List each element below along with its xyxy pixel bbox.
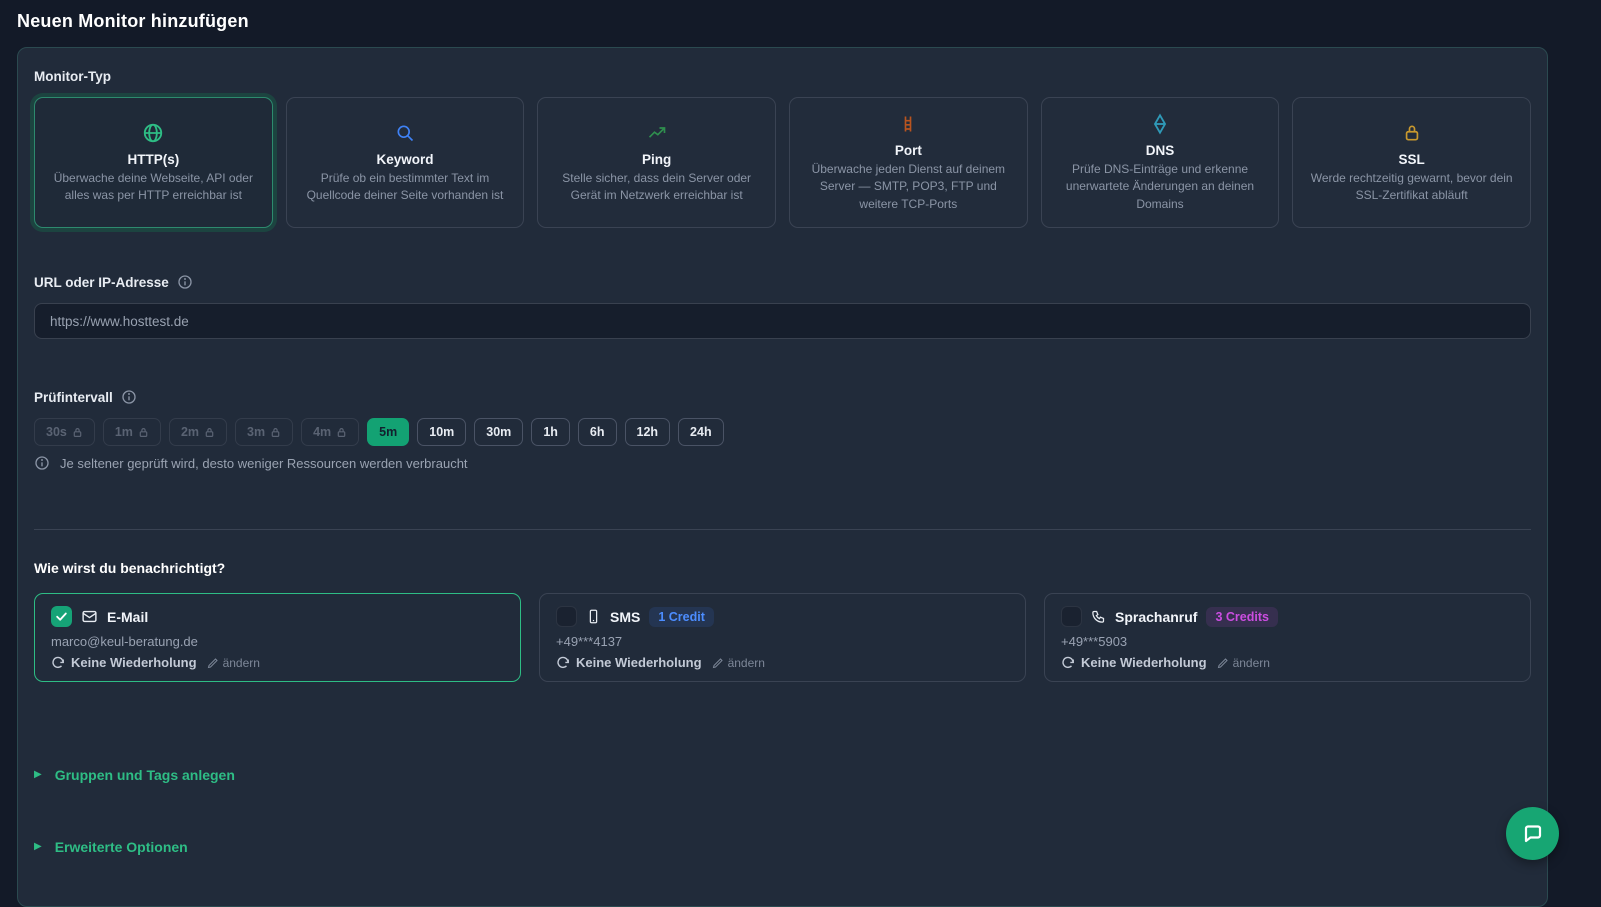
advanced-options-disclosure[interactable]: ▶ Erweiterte Optionen [34, 839, 1531, 855]
credit-badge: 1 Credit [649, 607, 714, 627]
interval-button-12h[interactable]: 12h [625, 418, 671, 446]
groups-tags-disclosure[interactable]: ▶ Gruppen und Tags anlegen [34, 767, 1531, 783]
notification-channels: E-Mail marco@keul-beratung.de Keine Wied… [34, 593, 1531, 682]
monitor-type-title: DNS [1058, 143, 1263, 158]
activity-icon [554, 121, 759, 145]
page-title: Neuen Monitor hinzufügen [0, 0, 1601, 32]
monitor-type-title: Ping [554, 152, 759, 167]
notification-card-sms[interactable]: SMS 1 Credit +49***4137 Keine Wiederholu… [539, 593, 1026, 682]
chevron-right-icon: ▶ [34, 842, 42, 852]
monitor-type-card-dns[interactable]: DNS Prüfe DNS-Einträge und erkenne unerw… [1041, 97, 1280, 228]
monitor-type-card-keyword[interactable]: Keyword Prüfe ob ein bestimmter Text im … [286, 97, 525, 228]
url-input[interactable] [34, 303, 1531, 339]
channel-name: Sprachanruf [1115, 609, 1197, 625]
interval-button-6h[interactable]: 6h [578, 418, 617, 446]
url-section: URL oder IP-Adresse [34, 274, 1531, 339]
interval-section: Prüfintervall 30s 1m 2m 3m 4m 5m 10m 30m… [34, 389, 1531, 471]
advanced-options-label: Erweiterte Optionen [55, 839, 188, 855]
monitor-type-description: Prüfe ob ein bestimmter Text im Quellcod… [303, 170, 508, 205]
repeat-icon [1061, 656, 1075, 670]
interval-button-5m[interactable]: 5m [367, 418, 409, 446]
voice-phone-number: +49***5903 [1061, 634, 1514, 649]
pencil-icon [712, 657, 724, 669]
lock-icon [72, 427, 83, 438]
interval-button-24h[interactable]: 24h [678, 418, 724, 446]
lock-icon [270, 427, 281, 438]
pencil-icon [207, 657, 219, 669]
ladder-icon [806, 112, 1011, 136]
interval-note-text: Je seltener geprüft wird, desto weniger … [60, 456, 468, 471]
change-repeat-link[interactable]: ändern [207, 656, 260, 670]
pencil-icon [1217, 657, 1229, 669]
notification-card-email[interactable]: E-Mail marco@keul-beratung.de Keine Wied… [34, 593, 521, 682]
email-address: marco@keul-beratung.de [51, 634, 504, 649]
chevron-right-icon: ▶ [34, 770, 42, 780]
sms-checkbox[interactable] [556, 606, 577, 627]
diamond-icon [1058, 112, 1263, 136]
interval-button-3m[interactable]: 3m [235, 418, 293, 446]
channel-name: SMS [610, 609, 640, 625]
search-icon [303, 121, 508, 145]
mobile-phone-icon [586, 609, 601, 624]
interval-button-1h[interactable]: 1h [531, 418, 570, 446]
add-monitor-panel: Monitor-Typ HTTP(s) Überwache deine Webs… [17, 47, 1548, 907]
change-repeat-link[interactable]: ändern [1217, 656, 1270, 670]
interval-button-30m[interactable]: 30m [474, 418, 523, 446]
repeat-setting: Keine Wiederholung [576, 655, 702, 670]
phone-handset-icon [1091, 609, 1106, 624]
section-divider [34, 529, 1531, 530]
email-checkbox[interactable] [51, 606, 72, 627]
interval-label: Prüfintervall [34, 390, 113, 405]
groups-tags-label: Gruppen und Tags anlegen [55, 767, 235, 783]
monitor-type-card-http[interactable]: HTTP(s) Überwache deine Webseite, API od… [34, 97, 273, 228]
credit-badge: 3 Credits [1206, 607, 1278, 627]
chat-bubble-icon [1521, 822, 1545, 846]
monitor-type-card-ping[interactable]: Ping Stelle sicher, dass dein Server ode… [537, 97, 776, 228]
repeat-setting: Keine Wiederholung [71, 655, 197, 670]
monitor-type-description: Werde rechtzeitig gewarnt, bevor dein SS… [1309, 170, 1514, 205]
repeat-setting: Keine Wiederholung [1081, 655, 1207, 670]
sms-phone-number: +49***4137 [556, 634, 1009, 649]
voice-call-checkbox[interactable] [1061, 606, 1082, 627]
notifications-heading: Wie wirst du benachrichtigt? [34, 560, 1531, 576]
monitor-type-description: Prüfe DNS-Einträge und erkenne unerwarte… [1058, 161, 1263, 213]
interval-button-10m[interactable]: 10m [417, 418, 466, 446]
chat-button[interactable] [1506, 807, 1559, 860]
monitor-type-description: Stelle sicher, dass dein Server oder Ger… [554, 170, 759, 205]
lock-icon [204, 427, 215, 438]
interval-button-2m[interactable]: 2m [169, 418, 227, 446]
lock-icon [138, 427, 149, 438]
monitor-type-grid: HTTP(s) Überwache deine Webseite, API od… [34, 97, 1531, 228]
monitor-type-description: Überwache jeden Dienst auf deinem Server… [806, 161, 1011, 213]
padlock-icon [1309, 121, 1514, 145]
change-repeat-link[interactable]: ändern [712, 656, 765, 670]
lock-icon [336, 427, 347, 438]
globe-icon [51, 121, 256, 145]
info-icon[interactable] [177, 274, 193, 290]
channel-name: E-Mail [107, 609, 148, 625]
repeat-icon [556, 656, 570, 670]
info-icon [34, 455, 50, 471]
monitor-type-title: SSL [1309, 152, 1514, 167]
envelope-icon [81, 608, 98, 625]
monitor-type-title: Port [806, 143, 1011, 158]
monitor-type-card-ssl[interactable]: SSL Werde rechtzeitig gewarnt, bevor dei… [1292, 97, 1531, 228]
monitor-type-card-port[interactable]: Port Überwache jeden Dienst auf deinem S… [789, 97, 1028, 228]
monitor-type-description: Überwache deine Webseite, API oder alles… [51, 170, 256, 205]
monitor-type-title: HTTP(s) [51, 152, 256, 167]
interval-button-1m[interactable]: 1m [103, 418, 161, 446]
interval-button-30s[interactable]: 30s [34, 418, 95, 446]
repeat-icon [51, 656, 65, 670]
interval-button-4m[interactable]: 4m [301, 418, 359, 446]
notification-card-voice-call[interactable]: Sprachanruf 3 Credits +49***5903 Keine W… [1044, 593, 1531, 682]
interval-options: 30s 1m 2m 3m 4m 5m 10m 30m 1h 6h 12h 24h [34, 418, 1531, 446]
monitor-type-title: Keyword [303, 152, 508, 167]
info-icon[interactable] [121, 389, 137, 405]
url-field-label: URL oder IP-Adresse [34, 275, 169, 290]
monitor-type-label: Monitor-Typ [34, 69, 1531, 84]
